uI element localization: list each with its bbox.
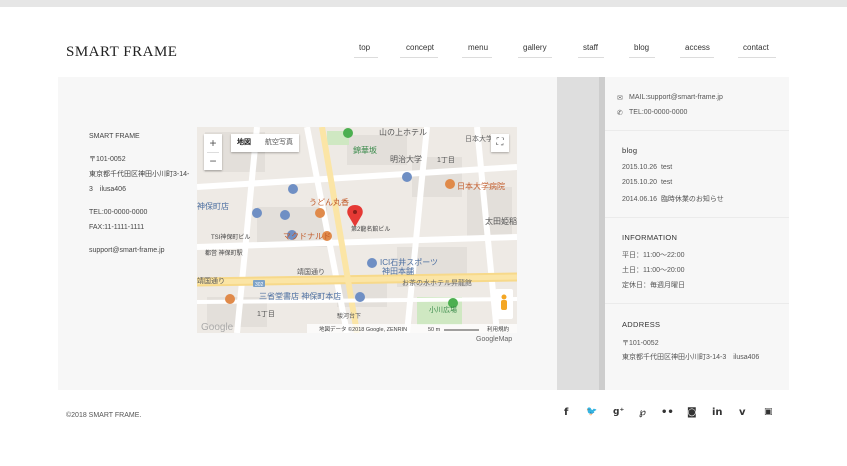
address-line-2: 3 ilusa406: [89, 186, 126, 193]
nav-item-menu[interactable]: menu: [468, 43, 488, 52]
blog-heading: blog: [622, 146, 638, 155]
map-type-map-button[interactable]: 地図: [231, 134, 257, 152]
map-canvas[interactable]: 302 山の上ホテル 日本大学 錦華坂 明治大学 1丁目 日本大学病院 神保町店…: [197, 127, 517, 333]
fax-number: FAX:11-1111-1111: [89, 224, 145, 231]
blog-post-link[interactable]: 2015.10.20 test: [622, 179, 672, 186]
map-label: 三省堂書店 神保町本店: [259, 291, 341, 301]
map-label: 靖国通り: [297, 267, 325, 276]
google-logo: Google: [201, 322, 234, 333]
road-number-label: 302: [255, 282, 264, 288]
company-name: SMART FRAME: [89, 133, 140, 140]
blog-post-link[interactable]: 2014.06.16 臨時休業のお知らせ: [622, 194, 724, 204]
address-line-1: 東京都千代田区神田小川町3-14-: [89, 171, 190, 178]
section-divider: [557, 77, 605, 390]
nav-item-contact[interactable]: contact: [743, 43, 769, 52]
site-logo[interactable]: SMART FRAME: [66, 44, 177, 61]
closed-day: 定休日：毎週月曜日: [622, 282, 685, 289]
map-label: 小川広場: [429, 305, 457, 314]
map-label: うどん丸香: [309, 197, 349, 207]
zoom-out-button[interactable]: −: [204, 152, 222, 170]
map-label: 山の上ホテル: [379, 127, 427, 137]
nav-item-top[interactable]: top: [359, 43, 370, 52]
hours-weekday: 平日：11:00〜22:00: [622, 252, 685, 259]
map-label: 錦華坂: [353, 145, 377, 155]
tel-number: TEL:00-0000-0000: [89, 209, 148, 216]
google-plus-icon[interactable]: g⁺: [613, 407, 624, 417]
map-type-satellite-button[interactable]: 航空写真: [259, 134, 299, 152]
nav-item-gallery[interactable]: gallery: [523, 43, 547, 52]
nav-item-staff[interactable]: staff: [583, 43, 598, 52]
twitter-icon[interactable]: 🐦: [586, 407, 597, 417]
social-links: f 🐦 g⁺ ℘ •• ◙ in v ▣: [560, 407, 780, 423]
map-label: 日本大学: [465, 134, 493, 143]
sidebar-address: 東京都千代田区神田小川町3-14-3 ilusa406: [622, 354, 760, 361]
linkedin-icon[interactable]: in: [712, 407, 723, 418]
information-heading: INFORMATION: [622, 233, 678, 242]
map-label: 靖国通り: [197, 276, 225, 285]
sidebar: ✉ MAIL:support@smart-frame.jp ✆ TEL:00-0…: [605, 77, 789, 390]
flickr-icon[interactable]: ••: [661, 407, 674, 418]
map-label: 日本大学病院: [457, 181, 505, 191]
map-terms-link[interactable]: 利用規約: [487, 325, 510, 333]
map-label: 都営 神保町駅: [205, 249, 243, 257]
map-label: TSI神保町ビル: [211, 233, 250, 241]
phone-icon: ✆: [617, 110, 623, 117]
zoom-in-button[interactable]: +: [204, 134, 222, 152]
map-label: 駿河台下: [337, 312, 361, 320]
map-type-control: 地図 航空写真: [231, 134, 299, 152]
google-map[interactable]: 302 山の上ホテル 日本大学 錦華坂 明治大学 1丁目 日本大学病院 神保町店…: [197, 127, 517, 333]
map-label: マクドナルド: [283, 232, 331, 241]
map-label: お茶の水ホテル昇龍館: [402, 278, 472, 287]
sidebar-tel[interactable]: TEL:00-0000-0000: [629, 109, 687, 116]
sidebar-postal: 〒101-0052: [622, 340, 659, 347]
pinterest-icon[interactable]: ℘: [639, 407, 646, 418]
copyright: ©2018 SMART FRAME.: [66, 412, 142, 419]
map-label: 1丁目: [437, 156, 455, 164]
map-label: 太田姫稲: [485, 216, 517, 226]
map-label: 神保町店: [197, 201, 229, 211]
map-label: 第2龍名館ビル: [351, 225, 390, 233]
address-heading: ADDRESS: [622, 320, 661, 329]
main-nav: top concept menu gallery staff blog acce…: [340, 43, 780, 59]
map-caption: GoogleMap: [476, 336, 513, 343]
instagram-icon[interactable]: ◙: [687, 407, 697, 418]
fullscreen-button[interactable]: ⛶: [491, 134, 509, 152]
vimeo-icon[interactable]: v: [739, 407, 746, 418]
sidebar-mail[interactable]: MAIL:support@smart-frame.jp: [629, 94, 723, 101]
pegman-icon: [501, 294, 507, 300]
zoom-control: + −: [204, 134, 222, 170]
facebook-icon[interactable]: f: [564, 407, 568, 418]
blog-post-link[interactable]: 2015.10.26 test: [622, 164, 672, 171]
mail-icon: ✉: [617, 95, 623, 102]
top-bar: [0, 0, 847, 7]
map-label: ICI石井スポーツ: [380, 257, 438, 267]
nav-item-access[interactable]: access: [685, 43, 710, 52]
hours-weekend: 土日：11:00〜20:00: [622, 267, 685, 274]
map-label: 明治大学: [390, 154, 422, 164]
nav-item-concept[interactable]: concept: [406, 43, 434, 52]
map-label: 1丁目: [257, 310, 275, 318]
postal-code: 〒101-0052: [89, 156, 126, 163]
address-block: SMART FRAME 〒101-0052 東京都千代田区神田小川町3-14- …: [89, 129, 199, 258]
map-scale-label: 50 m: [428, 327, 441, 333]
nav-item-blog[interactable]: blog: [634, 43, 649, 52]
youtube-icon[interactable]: ▣: [764, 407, 773, 417]
access-section: SMART FRAME 〒101-0052 東京都千代田区神田小川町3-14- …: [58, 77, 557, 390]
email-address[interactable]: support@smart-frame.jp: [89, 243, 199, 258]
map-attribution: 地図データ ©2018 Google, ZENRIN: [319, 325, 407, 333]
map-label: 神田本舗: [382, 266, 414, 276]
